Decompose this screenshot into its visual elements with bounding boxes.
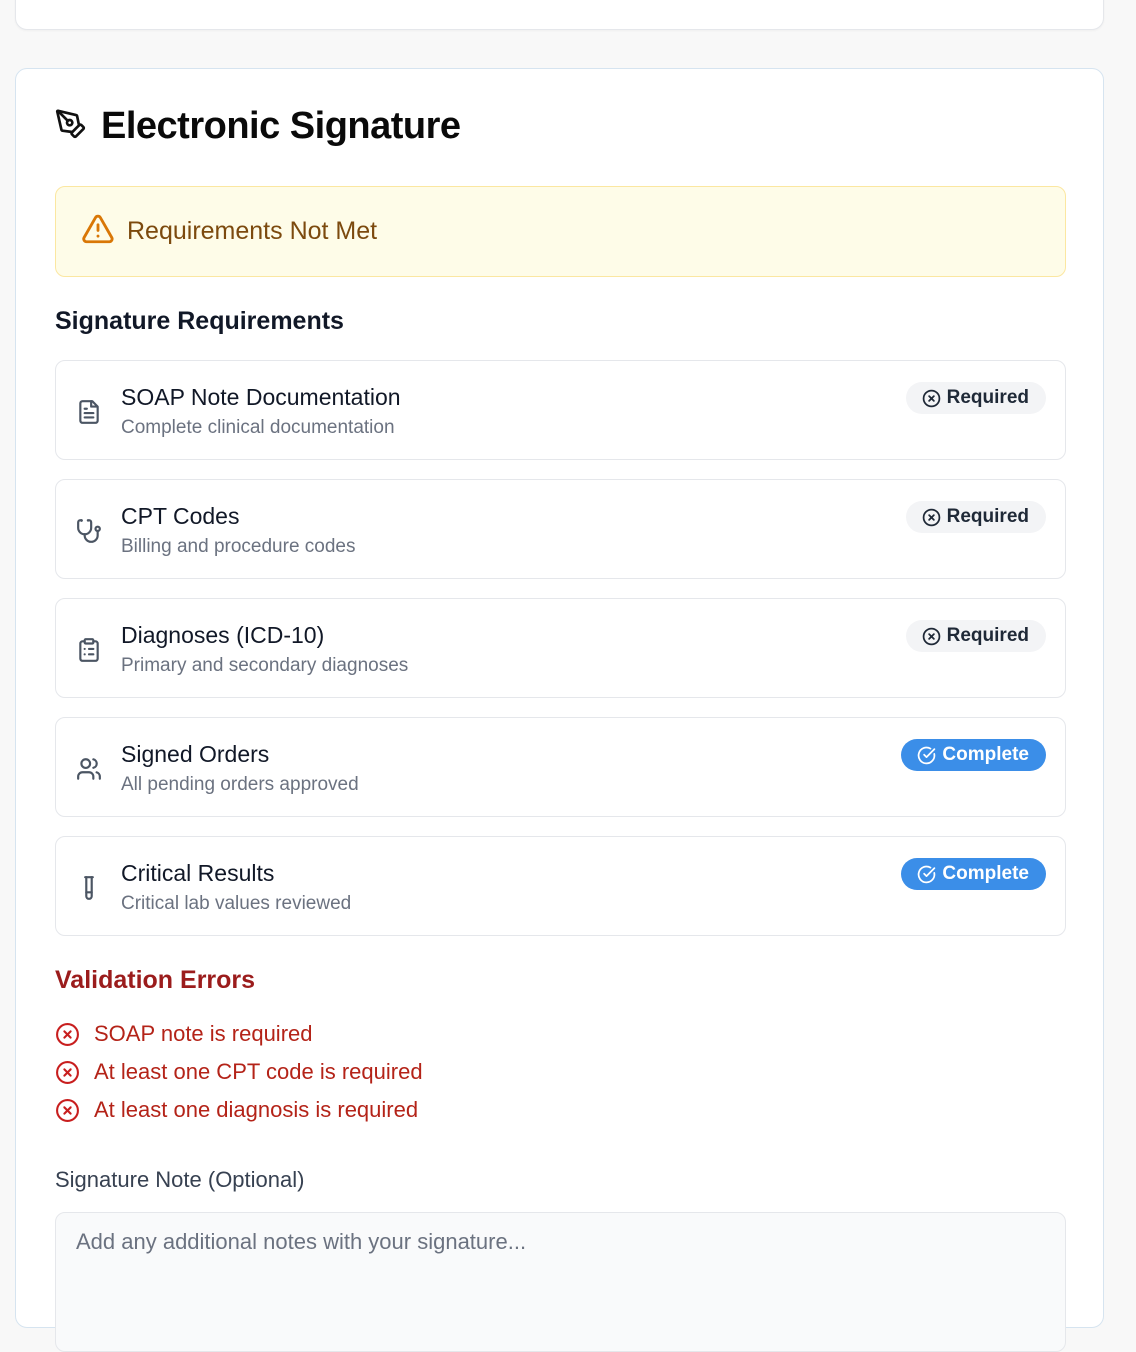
x-circle-icon — [922, 627, 940, 645]
status-badge-complete: Complete — [901, 739, 1046, 771]
check-circle-icon — [918, 865, 936, 883]
electronic-signature-card: Electronic Signature Requirements Not Me… — [15, 68, 1104, 1352]
status-badge-required: Required — [905, 382, 1046, 414]
check-circle-icon — [918, 746, 936, 764]
requirement-item-signed-orders: Signed Orders All pending orders approve… — [55, 717, 1066, 817]
status-label: Complete — [942, 744, 1029, 765]
requirement-name: CPT Codes — [121, 503, 240, 529]
error-message: At least one CPT code is required — [94, 1059, 423, 1084]
requirement-name: Signed Orders — [121, 741, 270, 767]
requirement-description: Billing and procedure codes — [121, 536, 356, 557]
alert-message: Requirements Not Met — [127, 217, 378, 245]
card-header: Electronic Signature — [55, 105, 461, 148]
status-badge-required: Required — [905, 501, 1046, 533]
previous-section-card — [15, 0, 1104, 30]
requirement-item-critical-results: Critical Results Critical lab values rev… — [55, 836, 1066, 936]
requirement-item-diagnoses: Diagnoses (ICD-10) Primary and secondary… — [55, 598, 1066, 698]
requirement-description: Primary and secondary diagnoses — [121, 655, 409, 676]
status-label: Required — [946, 506, 1029, 527]
requirements-alert: Requirements Not Met — [55, 186, 1066, 277]
requirement-item-soap-note: SOAP Note Documentation Complete clinica… — [55, 360, 1066, 460]
validation-error-item: At least one CPT code is required — [55, 1053, 423, 1091]
pen-tool-icon — [55, 108, 87, 145]
x-circle-icon — [56, 1098, 79, 1122]
status-label: Required — [946, 625, 1029, 646]
clipboard-list-icon — [76, 637, 102, 663]
requirement-item-cpt-codes: CPT Codes Billing and procedure codes Re… — [55, 479, 1066, 579]
requirement-description: Complete clinical documentation — [121, 417, 395, 438]
status-badge-required: Required — [905, 620, 1046, 652]
x-circle-icon — [56, 1060, 79, 1084]
document-icon — [76, 399, 102, 425]
signature-note-textarea[interactable] — [55, 1212, 1066, 1352]
status-badge-complete: Complete — [901, 858, 1046, 890]
page-title: Electronic Signature — [101, 105, 461, 147]
x-circle-icon — [922, 389, 940, 407]
requirement-description: All pending orders approved — [121, 774, 359, 795]
requirement-name: SOAP Note Documentation — [121, 384, 401, 410]
stethoscope-icon — [76, 518, 102, 544]
error-message: At least one diagnosis is required — [94, 1097, 419, 1122]
requirement-name: Critical Results — [121, 860, 275, 886]
requirement-name: Diagnoses (ICD-10) — [121, 622, 325, 648]
requirements-heading: Signature Requirements — [55, 307, 344, 335]
validation-error-item: SOAP note is required — [55, 1015, 423, 1053]
validation-errors-heading: Validation Errors — [55, 966, 256, 994]
error-message: SOAP note is required — [94, 1021, 313, 1046]
validation-errors-list: SOAP note is required At least one CPT c… — [55, 1015, 423, 1129]
validation-error-item: At least one diagnosis is required — [55, 1091, 423, 1129]
status-label: Required — [946, 387, 1029, 408]
users-icon — [76, 756, 102, 782]
requirement-description: Critical lab values reviewed — [121, 893, 352, 914]
warning-triangle-icon — [81, 212, 115, 251]
x-circle-icon — [56, 1022, 79, 1046]
x-circle-icon — [922, 508, 940, 526]
signature-note-label: Signature Note (Optional) — [55, 1167, 305, 1192]
status-label: Complete — [942, 863, 1029, 884]
requirements-list: SOAP Note Documentation Complete clinica… — [55, 360, 1066, 955]
test-tube-icon — [76, 875, 102, 901]
